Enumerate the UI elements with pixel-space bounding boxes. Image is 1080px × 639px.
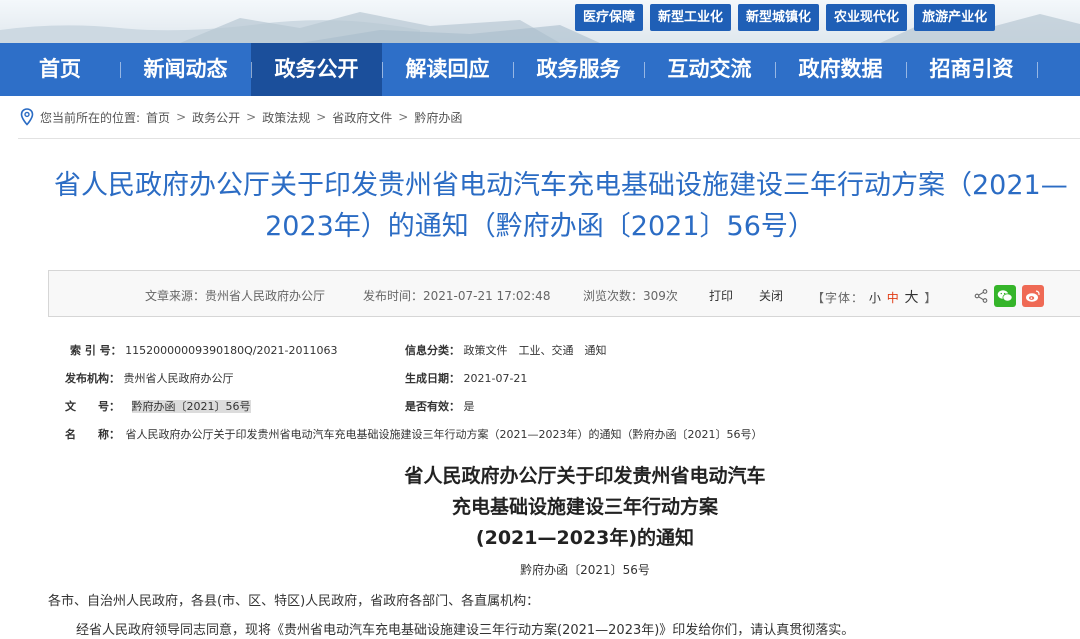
breadcrumb-prefix: 您当前所在的位置:: [40, 110, 141, 125]
quick-link-industrialization[interactable]: 新型工业化: [650, 4, 732, 31]
breadcrumb-policies[interactable]: 政策法规: [262, 109, 310, 126]
nav-item-more[interactable]: 多: [1037, 43, 1080, 96]
doc-addressee: 各市、自治州人民政府，各县(市、区、特区)人民政府，省政府各部门、各直属机构：: [48, 594, 540, 609]
article-info-bar: 文章来源：贵州省人民政府办公厅 发布时间：2021-07-21 17:02:48…: [48, 270, 1080, 317]
location-pin-icon: [20, 108, 34, 126]
breadcrumb: 您当前所在的位置: 首页 > 政务公开 > 政策法规 > 省政府文件 > 黔府办…: [20, 108, 462, 126]
category-value: 政策文件 工业、交通 通知: [463, 344, 607, 357]
valid-label: 是否有效：: [405, 400, 460, 413]
wechat-icon: [997, 290, 1013, 302]
nav-item-interpretation[interactable]: 解读回应: [382, 43, 513, 96]
share-icon[interactable]: [974, 289, 988, 303]
quick-links: 医疗保障 新型工业化 新型城镇化 农业现代化 旅游产业化: [575, 4, 996, 31]
doc-body-paragraph: 经省人民政府领导同志同意，现将《贵州省电动汽车充电基础设施建设三年行动方案(20…: [76, 623, 855, 638]
quick-link-tourism[interactable]: 旅游产业化: [914, 4, 996, 31]
doc-title-line2: 充电基础设施建设三年行动方案: [451, 496, 718, 518]
org-label: 发布机构：: [65, 372, 120, 385]
divider: [18, 138, 1080, 139]
doc-title-line3: (2021—2023年)的通知: [475, 527, 695, 549]
page-title: 省人民政府办公厅关于印发贵州省电动汽车充电基础设施建设三年行动方案（2021— …: [0, 166, 1080, 256]
close-button[interactable]: 关闭: [759, 287, 783, 304]
name-label: 名 称：: [65, 428, 120, 441]
font-medium-button[interactable]: 中: [887, 291, 900, 305]
nav-item-services[interactable]: 政务服务: [513, 43, 644, 96]
quick-link-agriculture[interactable]: 农业现代化: [826, 4, 908, 31]
font-size-suffix: 】: [924, 291, 938, 305]
font-size-prefix: 【字体：: [812, 291, 865, 305]
wechat-share-button[interactable]: [994, 285, 1016, 307]
font-small-button[interactable]: 小: [869, 291, 882, 305]
docno-value: 黔府办函〔2021〕56号: [131, 400, 251, 413]
quick-link-urbanization[interactable]: 新型城镇化: [738, 4, 820, 31]
font-large-button[interactable]: 大: [905, 290, 920, 306]
date-label: 生成日期：: [405, 372, 460, 385]
docno-label: 文 号：: [65, 400, 120, 413]
nav-item-data[interactable]: 政府数据: [775, 43, 906, 96]
breadcrumb-separator: >: [316, 110, 327, 124]
breadcrumb-gov-affairs[interactable]: 政务公开: [192, 109, 240, 126]
breadcrumb-home[interactable]: 首页: [146, 109, 170, 126]
share-buttons: [974, 285, 1044, 307]
nav-item-news[interactable]: 新闻动态: [120, 43, 251, 96]
weibo-share-button[interactable]: [1022, 285, 1044, 307]
weibo-icon: [1026, 290, 1040, 302]
index-label: 索 引 号：: [70, 344, 122, 357]
top-banner: 医疗保障 新型工业化 新型城镇化 农业现代化 旅游产业化: [0, 0, 1080, 43]
nav-item-investment[interactable]: 招商引资: [906, 43, 1037, 96]
breadcrumb-separator: >: [246, 110, 257, 124]
org-value: 贵州省人民政府办公厅: [123, 372, 234, 385]
doc-title-line1: 省人民政府办公厅关于印发贵州省电动汽车: [404, 465, 766, 487]
doc-number: 黔府办函〔2021〕56号: [520, 563, 650, 577]
nav-item-interaction[interactable]: 互动交流: [644, 43, 775, 96]
page-title-line2: 2023年）的通知（黔府办函〔2021〕56号）: [265, 211, 815, 242]
nav-item-home[interactable]: 首页: [0, 43, 120, 96]
nav-item-gov-affairs[interactable]: 政务公开: [251, 43, 382, 96]
publish-time: 发布时间：2021-07-21 17:02:48: [363, 289, 551, 303]
font-size-control: 【字体： 小 中 大 】: [812, 287, 937, 307]
breadcrumb-separator: >: [398, 110, 409, 124]
article-source: 文章来源：贵州省人民政府办公厅: [145, 289, 326, 303]
index-value: 11520000009390180Q/2021-2011063: [125, 344, 338, 357]
date-value: 2021-07-21: [463, 372, 528, 385]
name-value: 省人民政府办公厅关于印发贵州省电动汽车充电基础设施建设三年行动方案（2021—2…: [125, 428, 763, 441]
valid-value: 是: [463, 400, 475, 413]
breadcrumb-current[interactable]: 黔府办函: [414, 109, 462, 126]
breadcrumb-provincial-docs[interactable]: 省政府文件: [332, 109, 392, 126]
quick-link-medical[interactable]: 医疗保障: [575, 4, 644, 31]
page-title-line1: 省人民政府办公厅关于印发贵州省电动汽车充电基础设施建设三年行动方案（2021—: [54, 170, 1068, 201]
print-button[interactable]: 打印: [709, 287, 733, 304]
main-nav: 首页 新闻动态 政务公开 解读回应 政务服务 互动交流 政府数据 招商引资 多: [0, 43, 1080, 96]
breadcrumb-separator: >: [176, 110, 187, 124]
category-label: 信息分类：: [405, 344, 460, 357]
view-count: 浏览次数：309次: [583, 289, 678, 303]
